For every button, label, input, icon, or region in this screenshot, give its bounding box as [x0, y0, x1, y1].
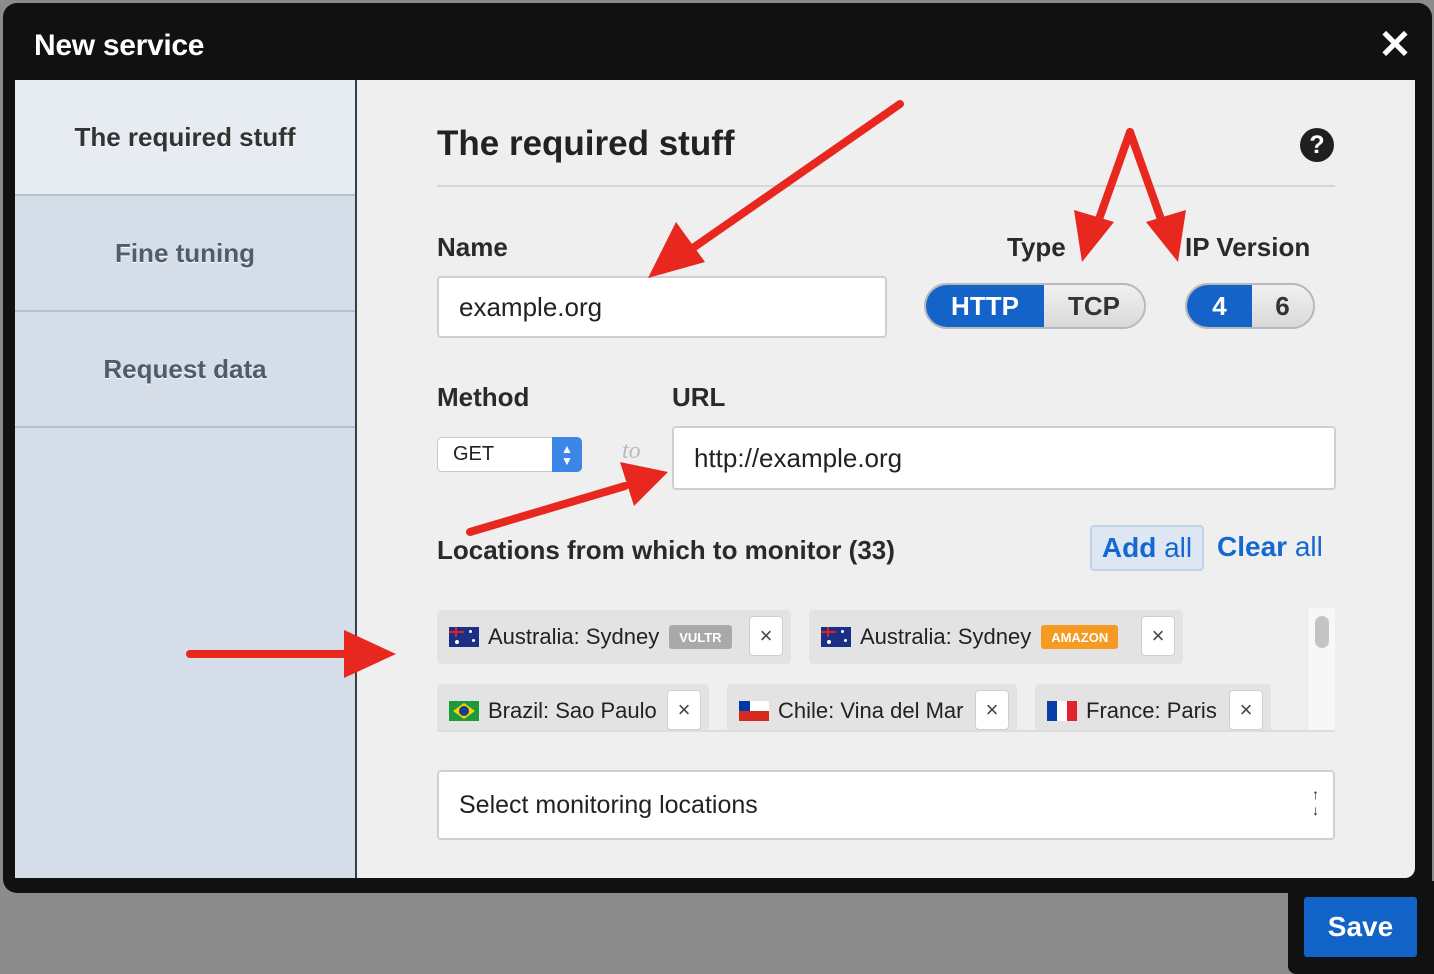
main-panel: The required stuff ? Name example.org Ty…	[357, 80, 1415, 878]
ip-version-label: IP Version	[1185, 232, 1311, 262]
sidebar-item-label: Request data	[103, 353, 267, 384]
australia-flag-icon	[821, 627, 851, 647]
url-label: URL	[672, 382, 726, 412]
add-all-button[interactable]: Add all	[1090, 525, 1204, 571]
clear-all-main: Clear	[1217, 531, 1288, 562]
sidebar-item-label: Fine tuning	[114, 237, 256, 268]
australia-flag-icon	[449, 627, 479, 647]
sidebar-item-label: The required stuff	[74, 121, 296, 152]
sidebar-item-request-data[interactable]: Request data	[15, 312, 355, 428]
selected-locations-list: Australia: Sydney VULTR × Australia: Syd…	[437, 608, 1335, 732]
save-button[interactable]: Save	[1304, 897, 1417, 957]
clear-all-link[interactable]: Clear all	[1217, 531, 1323, 563]
method-select[interactable]: GET ▲ ▼	[437, 437, 582, 472]
location-label: France: Paris	[1086, 698, 1217, 723]
location-label: Chile: Vina del Mar	[778, 698, 964, 723]
location-chip: Australia: Sydney VULTR ×	[437, 610, 791, 664]
name-label: Name	[437, 232, 508, 262]
type-option-http[interactable]: HTTP	[926, 285, 1044, 327]
clear-all-rest: all	[1287, 531, 1323, 562]
close-icon[interactable]: ✕	[1375, 25, 1415, 65]
type-option-tcp[interactable]: TCP	[1044, 285, 1144, 327]
monitoring-locations-select[interactable]: Select monitoring locations ↑ ↓	[437, 770, 1335, 840]
chile-flag-icon	[739, 701, 769, 721]
help-icon[interactable]: ?	[1300, 128, 1334, 162]
add-all-rest: all	[1156, 532, 1193, 563]
select-arrows-icon: ▲ ▼	[552, 437, 582, 472]
type-toggle: HTTP TCP	[924, 283, 1146, 329]
sort-arrows-icon: ↑ ↓	[1312, 786, 1319, 818]
locations-label: Locations from which to monitor (33)	[437, 535, 895, 565]
sidebar-item-fine-tuning[interactable]: Fine tuning	[15, 196, 355, 312]
remove-location-button[interactable]: ×	[975, 690, 1009, 730]
location-chip: Australia: Sydney AMAZON ×	[809, 610, 1183, 664]
locations-scrollbar[interactable]	[1307, 608, 1335, 730]
remove-location-button[interactable]: ×	[749, 616, 783, 656]
scrollbar-thumb[interactable]	[1315, 616, 1329, 648]
divider	[437, 185, 1335, 187]
name-input[interactable]: example.org	[437, 276, 887, 338]
ip-option-6[interactable]: 6	[1252, 285, 1313, 327]
url-input-value: http://example.org	[694, 442, 903, 473]
remove-location-button[interactable]: ×	[1229, 690, 1263, 730]
name-input-value: example.org	[459, 291, 603, 322]
provider-badge: AMAZON	[1041, 625, 1119, 649]
url-input[interactable]: http://example.org	[672, 426, 1336, 490]
location-chip: France: Paris ×	[1035, 684, 1271, 730]
france-flag-icon	[1047, 701, 1077, 721]
location-label: Australia: Sydney	[488, 624, 660, 649]
location-label: Brazil: Sao Paulo	[488, 698, 657, 723]
brazil-flag-icon	[449, 701, 479, 721]
add-all-main: Add	[1101, 532, 1157, 563]
remove-location-button[interactable]: ×	[1141, 616, 1175, 656]
method-value: GET	[453, 443, 495, 465]
sidebar-item-required-stuff[interactable]: The required stuff	[15, 80, 355, 196]
dialog-title: New service	[34, 29, 205, 62]
type-label: Type	[1007, 232, 1066, 262]
method-label: Method	[437, 382, 530, 412]
location-chip: Chile: Vina del Mar ×	[727, 684, 1017, 730]
remove-location-button[interactable]: ×	[667, 690, 701, 730]
to-label: to	[622, 438, 641, 464]
ip-version-toggle: 4 6	[1185, 283, 1315, 329]
ip-option-4[interactable]: 4	[1187, 285, 1252, 327]
provider-badge: VULTR	[669, 625, 732, 649]
location-label: Australia: Sydney	[860, 624, 1032, 649]
location-chip: Brazil: Sao Paulo ×	[437, 684, 709, 730]
location-select-placeholder: Select monitoring locations	[459, 790, 758, 819]
sidebar: The required stuff Fine tuning Request d…	[15, 80, 357, 878]
section-title: The required stuff	[437, 124, 735, 163]
save-area: Save	[1288, 881, 1434, 974]
